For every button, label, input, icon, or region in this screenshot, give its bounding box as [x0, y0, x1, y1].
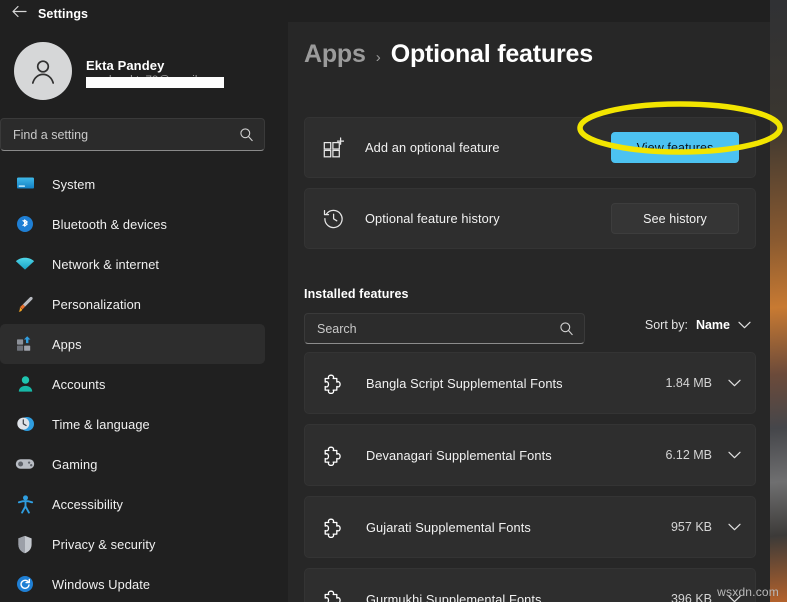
- watermark: wsxdn.com: [717, 585, 779, 599]
- search-input[interactable]: [13, 128, 239, 142]
- bluetooth-icon: [12, 214, 38, 234]
- search-icon: [239, 127, 254, 142]
- sidebar-item-label: Apps: [52, 337, 82, 352]
- sort-by-dropdown[interactable]: Sort by: Name: [645, 318, 751, 332]
- shield-icon: [12, 534, 38, 554]
- installed-features-list: Bangla Script Supplemental Fonts 1.84 MB…: [304, 352, 756, 602]
- sidebar-item-label: Network & internet: [52, 257, 159, 272]
- breadcrumb: Apps › Optional features: [304, 40, 593, 69]
- sidebar-item-time-language[interactable]: Time & language: [0, 404, 265, 444]
- accessibility-icon: [12, 494, 38, 514]
- sidebar-item-label: Time & language: [52, 417, 150, 432]
- feature-name: Gujarati Supplemental Fonts: [353, 520, 671, 535]
- history-clock-icon: [323, 208, 353, 229]
- feature-size: 1.84 MB: [665, 376, 712, 390]
- puzzle-piece-icon: [323, 517, 353, 538]
- settings-window: Settings Ekta Pandey pandeyekta78@gmail.…: [0, 0, 770, 602]
- navigation-list: System Bluetooth & devices: [0, 164, 288, 602]
- sidebar-item-label: Accessibility: [52, 497, 123, 512]
- sidebar-item-system[interactable]: System: [0, 164, 265, 204]
- breadcrumb-parent-link[interactable]: Apps: [304, 40, 366, 69]
- content-pane: Apps › Optional features Add an optional…: [288, 22, 770, 602]
- person-icon: [12, 374, 38, 394]
- search-icon: [559, 321, 574, 336]
- paintbrush-icon: [12, 294, 38, 314]
- view-features-button[interactable]: View features: [611, 132, 739, 163]
- card-label: Add an optional feature: [353, 140, 611, 155]
- list-item[interactable]: Devanagari Supplemental Fonts 6.12 MB: [304, 424, 756, 486]
- account-card[interactable]: Ekta Pandey pandeyekta78@gmail.com: [0, 22, 288, 106]
- email-redaction-bar: [86, 77, 224, 88]
- sidebar-item-label: Bluetooth & devices: [52, 217, 167, 232]
- features-search-box[interactable]: [304, 313, 585, 344]
- person-avatar-icon: [14, 42, 72, 100]
- sidebar-item-label: System: [52, 177, 95, 192]
- sidebar-item-personalization[interactable]: Personalization: [0, 284, 265, 324]
- sort-by-value: Name: [696, 318, 730, 332]
- chevron-down-icon[interactable]: [728, 379, 741, 387]
- list-item[interactable]: Bangla Script Supplemental Fonts 1.84 MB: [304, 352, 756, 414]
- navigation-pane: Ekta Pandey pandeyekta78@gmail.com: [0, 22, 288, 602]
- sidebar-item-label: Gaming: [52, 457, 97, 472]
- window-title: Settings: [38, 7, 88, 22]
- sidebar-item-apps[interactable]: Apps: [0, 324, 265, 364]
- chevron-down-icon: [738, 321, 751, 329]
- sidebar-item-label: Windows Update: [52, 577, 150, 592]
- sidebar-item-accounts[interactable]: Accounts: [0, 364, 265, 404]
- card-label: Optional feature history: [353, 211, 611, 226]
- add-grid-icon: [323, 137, 353, 158]
- back-arrow-icon[interactable]: [0, 0, 38, 22]
- optional-feature-history-card: Optional feature history See history: [304, 188, 756, 249]
- puzzle-piece-icon: [323, 589, 353, 602]
- sidebar-item-label: Privacy & security: [52, 537, 156, 552]
- sidebar-item-label: Personalization: [52, 297, 141, 312]
- account-text: Ekta Pandey pandeyekta78@gmail.com: [86, 56, 222, 87]
- feature-name: Gurmukhi Supplemental Fonts: [353, 592, 671, 602]
- apps-grid-icon: [12, 334, 38, 354]
- sidebar-item-windows-update[interactable]: Windows Update: [0, 564, 265, 602]
- title-bar: Settings: [0, 0, 770, 22]
- sidebar-item-network-internet[interactable]: Network & internet: [0, 244, 265, 284]
- account-name: Ekta Pandey: [86, 58, 222, 73]
- feature-size: 6.12 MB: [665, 448, 712, 462]
- installed-features-heading: Installed features: [304, 287, 409, 301]
- chevron-down-icon[interactable]: [728, 523, 741, 531]
- feature-size: 957 KB: [671, 520, 712, 534]
- search-input[interactable]: [317, 322, 559, 336]
- puzzle-piece-icon: [323, 373, 353, 394]
- chevron-down-icon[interactable]: [728, 451, 741, 459]
- sidebar-item-gaming[interactable]: Gaming: [0, 444, 265, 484]
- sidebar-item-label: Accounts: [52, 377, 105, 392]
- sort-by-label: Sort by:: [645, 318, 688, 332]
- chevron-right-icon: ›: [376, 49, 381, 66]
- gamepad-icon: [12, 454, 38, 474]
- settings-search-box[interactable]: [0, 118, 265, 151]
- display-monitor-icon: [12, 174, 38, 194]
- add-optional-feature-card: Add an optional feature View features: [304, 117, 756, 178]
- see-history-button[interactable]: See history: [611, 203, 739, 234]
- refresh-update-icon: [12, 574, 38, 594]
- feature-name: Bangla Script Supplemental Fonts: [353, 376, 665, 391]
- clock-globe-icon: [12, 414, 38, 434]
- wifi-icon: [12, 254, 38, 274]
- page-title: Optional features: [391, 40, 593, 69]
- list-item[interactable]: Gurmukhi Supplemental Fonts 396 KB: [304, 568, 756, 602]
- list-item[interactable]: Gujarati Supplemental Fonts 957 KB: [304, 496, 756, 558]
- sidebar-item-accessibility[interactable]: Accessibility: [0, 484, 265, 524]
- feature-name: Devanagari Supplemental Fonts: [353, 448, 665, 463]
- sidebar-item-privacy-security[interactable]: Privacy & security: [0, 524, 265, 564]
- puzzle-piece-icon: [323, 445, 353, 466]
- feature-size: 396 KB: [671, 592, 712, 602]
- sidebar-item-bluetooth-devices[interactable]: Bluetooth & devices: [0, 204, 265, 244]
